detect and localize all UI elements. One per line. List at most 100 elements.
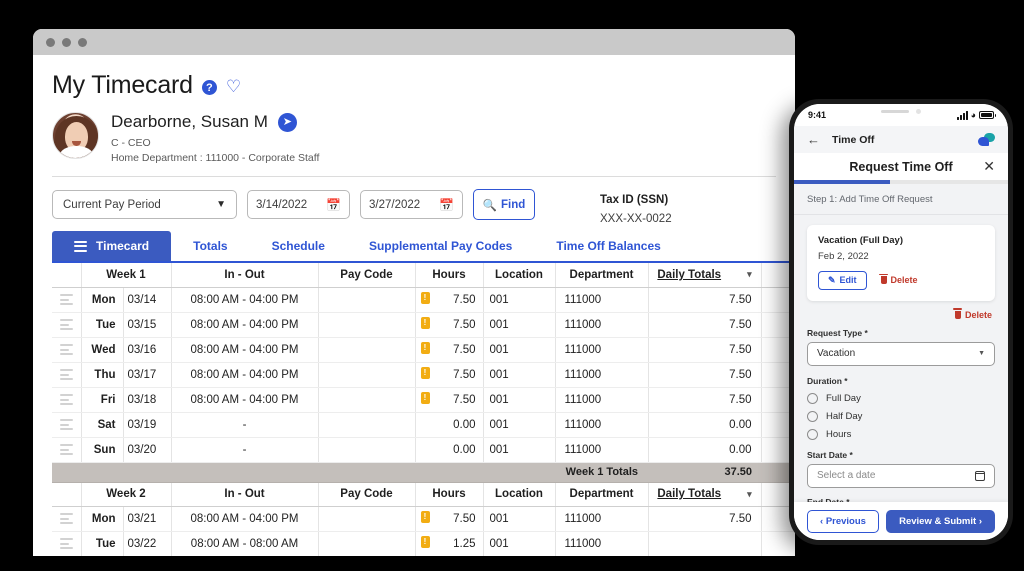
header-department[interactable]: Department [555, 482, 649, 507]
header-pay-code[interactable]: Pay Code [318, 263, 416, 288]
row-location[interactable]: 001 [483, 362, 556, 388]
calendar-icon[interactable]: 📅 [439, 198, 454, 212]
chevron-down-icon[interactable]: ▾ [747, 489, 752, 500]
back-arrow-icon[interactable]: ← [807, 132, 820, 147]
row-pay-code[interactable] [318, 412, 416, 438]
row-pay-code[interactable] [318, 387, 416, 413]
header-hours[interactable]: Hours [415, 263, 484, 288]
heart-icon[interactable]: ♡ [226, 77, 241, 97]
calendar-icon[interactable]: 📅 [326, 198, 341, 212]
table-row[interactable]: Thu 03/17 08:00 AM - 04:00 PM! 7.50 001 11100… [52, 362, 795, 388]
row-department[interactable]: 111000 [555, 312, 649, 338]
row-in-out[interactable]: 08:00 AM - 04:00 PM [171, 337, 319, 363]
table-row[interactable]: Fri 03/18 08:00 AM - 04:00 PM! 7.50 001 11100… [52, 387, 795, 413]
hamburger-icon[interactable] [74, 240, 87, 252]
end-date-input[interactable]: 3/27/2022 📅 [360, 190, 463, 219]
header-hours[interactable]: Hours [415, 482, 484, 507]
row-pay-code[interactable] [318, 531, 416, 556]
row-location[interactable]: 001 [483, 287, 556, 313]
row-handle[interactable] [52, 287, 82, 313]
tab-schedule[interactable]: Schedule [250, 231, 347, 261]
row-in-out[interactable]: 08:00 AM - 04:00 PM [171, 312, 319, 338]
duration-option-hours[interactable]: Hours [807, 428, 995, 440]
row-pay-code[interactable] [318, 287, 416, 313]
window-maximize-dot[interactable] [78, 37, 87, 47]
row-department[interactable]: 111000 [555, 387, 649, 413]
window-minimize-dot[interactable] [62, 37, 71, 47]
row-hours[interactable]: ! 7.50 [415, 312, 484, 338]
row-location[interactable]: 001 [483, 337, 556, 363]
row-department[interactable]: 111000 [555, 287, 649, 313]
review-submit-button[interactable]: Review & Submit › [886, 509, 995, 533]
duration-option-full-day[interactable]: Full Day [807, 392, 995, 404]
row-handle[interactable] [52, 531, 82, 556]
row-location[interactable]: 001 [483, 506, 556, 532]
row-handle[interactable] [52, 506, 82, 532]
row-pay-code[interactable] [318, 437, 416, 463]
table-row[interactable]: Sat 03/19-0.00 001 111000 0.00 [52, 412, 795, 438]
table-row[interactable]: Wed 03/16 08:00 AM - 04:00 PM! 7.50 001 11100… [52, 337, 795, 363]
next-employee-arrow-icon[interactable]: ➤ [277, 112, 297, 132]
row-pay-code[interactable] [318, 506, 416, 532]
row-handle[interactable] [52, 362, 82, 388]
warning-icon[interactable]: ! [420, 510, 430, 523]
row-handle[interactable] [52, 387, 82, 413]
row-pay-code[interactable] [318, 312, 416, 338]
tab-timecard[interactable]: Timecard [52, 231, 172, 261]
header-daily-totals[interactable]: Daily Totals ▾ [648, 482, 762, 507]
row-hours[interactable]: ! 7.50 [415, 362, 484, 388]
tab-totals[interactable]: Totals [171, 231, 249, 261]
row-location[interactable]: 001 [483, 412, 556, 438]
row-handle[interactable] [52, 437, 82, 463]
window-close-dot[interactable] [46, 37, 55, 47]
row-department[interactable]: 111000 [555, 412, 649, 438]
start-date-input[interactable]: 3/14/2022 📅 [247, 190, 350, 219]
pay-period-select[interactable]: Current Pay Period ▼ [52, 190, 237, 219]
edit-button[interactable]: ✎ Edit [818, 270, 867, 290]
table-row[interactable]: Mon 03/21 08:00 AM - 04:00 PM! 7.50 001 11100… [52, 506, 795, 532]
row-department[interactable]: 111000 [555, 337, 649, 363]
row-in-out[interactable]: - [171, 437, 319, 463]
header-pay-code[interactable]: Pay Code [318, 482, 416, 507]
row-hours[interactable]: ! 7.50 [415, 506, 484, 532]
warning-icon[interactable]: ! [420, 316, 430, 329]
previous-button[interactable]: ‹ Previous [807, 509, 879, 533]
row-hours[interactable]: ! 7.50 [415, 337, 484, 363]
duration-option-half-day[interactable]: Half Day [807, 410, 995, 422]
find-button[interactable]: 🔍 Find [473, 189, 535, 220]
request-type-select[interactable]: Vacation ▼ [807, 341, 995, 366]
row-location[interactable]: 001 [483, 312, 556, 338]
table-row[interactable]: Mon 03/14 08:00 AM - 04:00 PM! 7.50 001 11100… [52, 287, 795, 313]
row-department[interactable]: 111000 [555, 362, 649, 388]
header-daily-totals[interactable]: Daily Totals ▾ [648, 263, 762, 288]
header-location[interactable]: Location [483, 482, 556, 507]
header-in-out[interactable]: In - Out [171, 263, 319, 288]
tab-supplemental-pay-codes[interactable]: Supplemental Pay Codes [347, 231, 534, 261]
delete-button[interactable]: Delete [879, 273, 918, 285]
warning-icon[interactable]: ! [420, 535, 430, 548]
header-department[interactable]: Department [555, 263, 649, 288]
row-in-out[interactable]: 08:00 AM - 04:00 PM [171, 387, 319, 413]
header-location[interactable]: Location [483, 263, 556, 288]
calendar-icon[interactable] [975, 470, 985, 481]
table-row[interactable]: Tue 03/22 08:00 AM - 08:00 AM! 1.25 001 11100… [52, 531, 795, 556]
row-location[interactable]: 001 [483, 531, 556, 556]
table-row[interactable]: Tue 03/15 08:00 AM - 04:00 PM! 7.50 001 11100… [52, 312, 795, 338]
warning-icon[interactable]: ! [420, 391, 430, 404]
warning-icon[interactable]: ! [420, 291, 430, 304]
row-in-out[interactable]: - [171, 412, 319, 438]
row-department[interactable]: 111000 [555, 506, 649, 532]
start-date-field[interactable]: Select a date [807, 463, 995, 488]
question-icon[interactable]: ? [201, 80, 217, 95]
row-handle[interactable] [52, 412, 82, 438]
row-hours[interactable]: ! 1.25 [415, 531, 484, 556]
row-hours[interactable]: ! 7.50 [415, 287, 484, 313]
delete-request-button[interactable]: Delete [953, 308, 992, 320]
row-in-out[interactable]: 08:00 AM - 04:00 PM [171, 506, 319, 532]
row-hours[interactable]: 0.00 [415, 412, 484, 438]
row-handle[interactable] [52, 312, 82, 338]
row-hours[interactable]: ! 7.50 [415, 387, 484, 413]
row-hours[interactable]: 0.00 [415, 437, 484, 463]
tab-time-off-balances[interactable]: Time Off Balances [534, 231, 682, 261]
warning-icon[interactable]: ! [420, 341, 430, 354]
